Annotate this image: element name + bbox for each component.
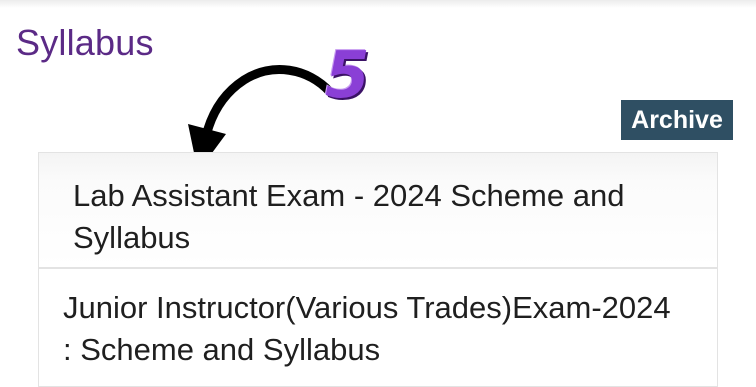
top-divider [0,0,756,8]
list-item-lab-assistant[interactable]: Lab Assistant Exam - 2024 Scheme and Syl… [38,152,718,268]
list-item-label: Lab Assistant Exam - 2024 Scheme and Syl… [73,178,625,255]
archive-button[interactable]: Archive [621,100,733,140]
page: Syllabus 5 Archive Lab Assistant Exam - … [0,0,756,387]
page-title: Syllabus [16,22,154,63]
list-item-label: Junior Instructor(Various Trades)Exam-20… [63,290,671,367]
annotation-number: 5 [325,39,370,113]
syllabus-list: Lab Assistant Exam - 2024 Scheme and Syl… [38,152,718,387]
list-item-junior-instructor[interactable]: Junior Instructor(Various Trades)Exam-20… [38,268,718,387]
